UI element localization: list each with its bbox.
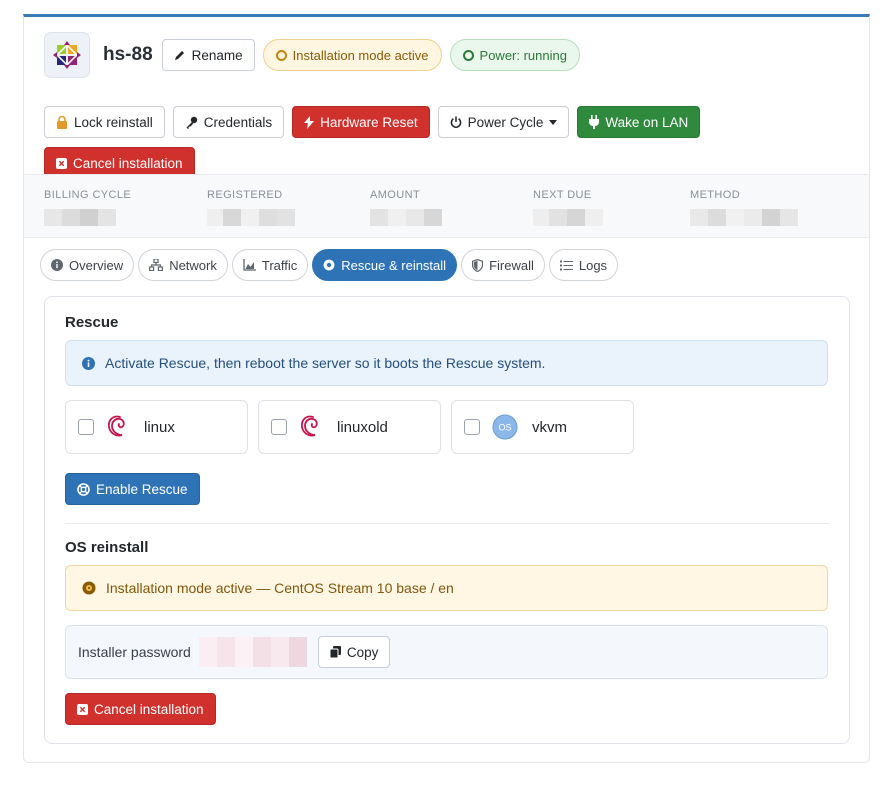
installation-status-badge: Installation mode active xyxy=(262,39,442,71)
hardware-reset-button[interactable]: Hardware Reset xyxy=(292,106,430,138)
os-icon: OS xyxy=(492,414,518,440)
shield-icon xyxy=(472,258,484,272)
action-toolbar: Lock reinstall Credentials Hardware Rese… xyxy=(44,106,849,138)
copy-password-button[interactable]: Copy xyxy=(317,636,391,668)
lock-icon xyxy=(57,115,67,129)
centos-logo xyxy=(44,32,90,78)
redacted-value xyxy=(533,209,603,226)
redacted-value xyxy=(207,209,295,226)
enable-rescue-button[interactable]: Enable Rescue xyxy=(65,473,200,505)
installer-password-box: Installer password Copy xyxy=(65,625,828,679)
tab-firewall[interactable]: Firewall xyxy=(461,249,545,281)
rescue-option-checkbox[interactable] xyxy=(271,419,287,435)
tab-traffic[interactable]: Traffic xyxy=(231,249,309,281)
rename-button[interactable]: Rename xyxy=(161,39,255,71)
rescue-title: Rescue xyxy=(65,314,119,331)
plug-icon xyxy=(589,115,600,129)
tab-network[interactable]: Network xyxy=(138,249,228,281)
section-divider xyxy=(65,523,830,524)
tab-overview[interactable]: Overview xyxy=(40,249,135,281)
spinner-icon xyxy=(275,49,287,61)
copy-icon xyxy=(329,646,341,658)
power-status-badge: Power: running xyxy=(449,39,580,71)
rescue-option-linux[interactable]: linux xyxy=(65,400,248,454)
server-header: hs-88 Rename Installation mode active Po… xyxy=(24,17,869,179)
next-due-column: NEXT DUE xyxy=(533,189,603,226)
rescue-option-linuxold[interactable]: linuxold xyxy=(258,400,441,454)
billing-summary: BILLING CYCLE REGISTERED AMOUNT NEXT DUE… xyxy=(24,174,869,238)
rescue-option-vkvm[interactable]: OS vkvm xyxy=(451,400,634,454)
cancel-installation-panel-button[interactable]: Cancel installation xyxy=(65,693,216,725)
close-square-icon xyxy=(77,703,88,715)
amount-column: AMOUNT xyxy=(370,189,442,226)
disc-icon xyxy=(82,581,96,595)
tab-logs[interactable]: Logs xyxy=(548,249,619,281)
info-circle-icon xyxy=(82,356,95,370)
debian-icon xyxy=(107,415,125,437)
method-column: METHOD xyxy=(690,189,798,226)
installation-status-alert: Installation mode active — CentOS Stream… xyxy=(65,565,828,611)
tab-bar: Overview Network Traffic Rescue & reinst… xyxy=(40,249,619,281)
network-icon xyxy=(149,259,164,271)
info-circle-icon xyxy=(51,259,63,271)
credentials-button[interactable]: Credentials xyxy=(172,106,285,138)
chart-area-icon xyxy=(243,259,256,271)
key-icon xyxy=(186,116,197,129)
close-square-icon xyxy=(56,157,67,169)
spinner-icon xyxy=(462,49,474,61)
reinstall-title: OS reinstall xyxy=(65,539,149,556)
redacted-value xyxy=(44,209,131,226)
debian-icon xyxy=(300,415,318,437)
server-hostname: hs-88 xyxy=(103,44,153,65)
redacted-password xyxy=(198,637,307,667)
rename-label: Rename xyxy=(191,47,243,63)
svg-text:OS: OS xyxy=(498,423,511,433)
redacted-value xyxy=(370,209,442,226)
rescue-option-checkbox[interactable] xyxy=(464,419,480,435)
power-icon xyxy=(450,116,461,128)
registered-column: REGISTERED xyxy=(207,189,295,226)
power-cycle-dropdown[interactable]: Power Cycle xyxy=(437,106,570,138)
pencil-icon xyxy=(174,51,184,60)
server-card: hs-88 Rename Installation mode active Po… xyxy=(23,14,870,763)
wake-on-lan-button[interactable]: Wake on LAN xyxy=(577,106,701,138)
billing-cycle-column: BILLING CYCLE xyxy=(44,189,131,226)
list-icon xyxy=(559,260,573,270)
rescue-option-checkbox[interactable] xyxy=(78,419,94,435)
rescue-reinstall-panel: Rescue Activate Rescue, then reboot the … xyxy=(44,296,850,744)
lifebuoy-icon xyxy=(77,482,90,496)
bolt-icon xyxy=(304,115,315,129)
lock-reinstall-button[interactable]: Lock reinstall xyxy=(44,106,165,138)
redacted-value xyxy=(690,209,798,226)
tab-rescue-reinstall[interactable]: Rescue & reinstall xyxy=(312,249,458,281)
rescue-info-alert: Activate Rescue, then reboot the server … xyxy=(65,340,828,386)
lifebuoy-icon xyxy=(323,259,335,271)
caret-down-icon xyxy=(549,119,558,125)
